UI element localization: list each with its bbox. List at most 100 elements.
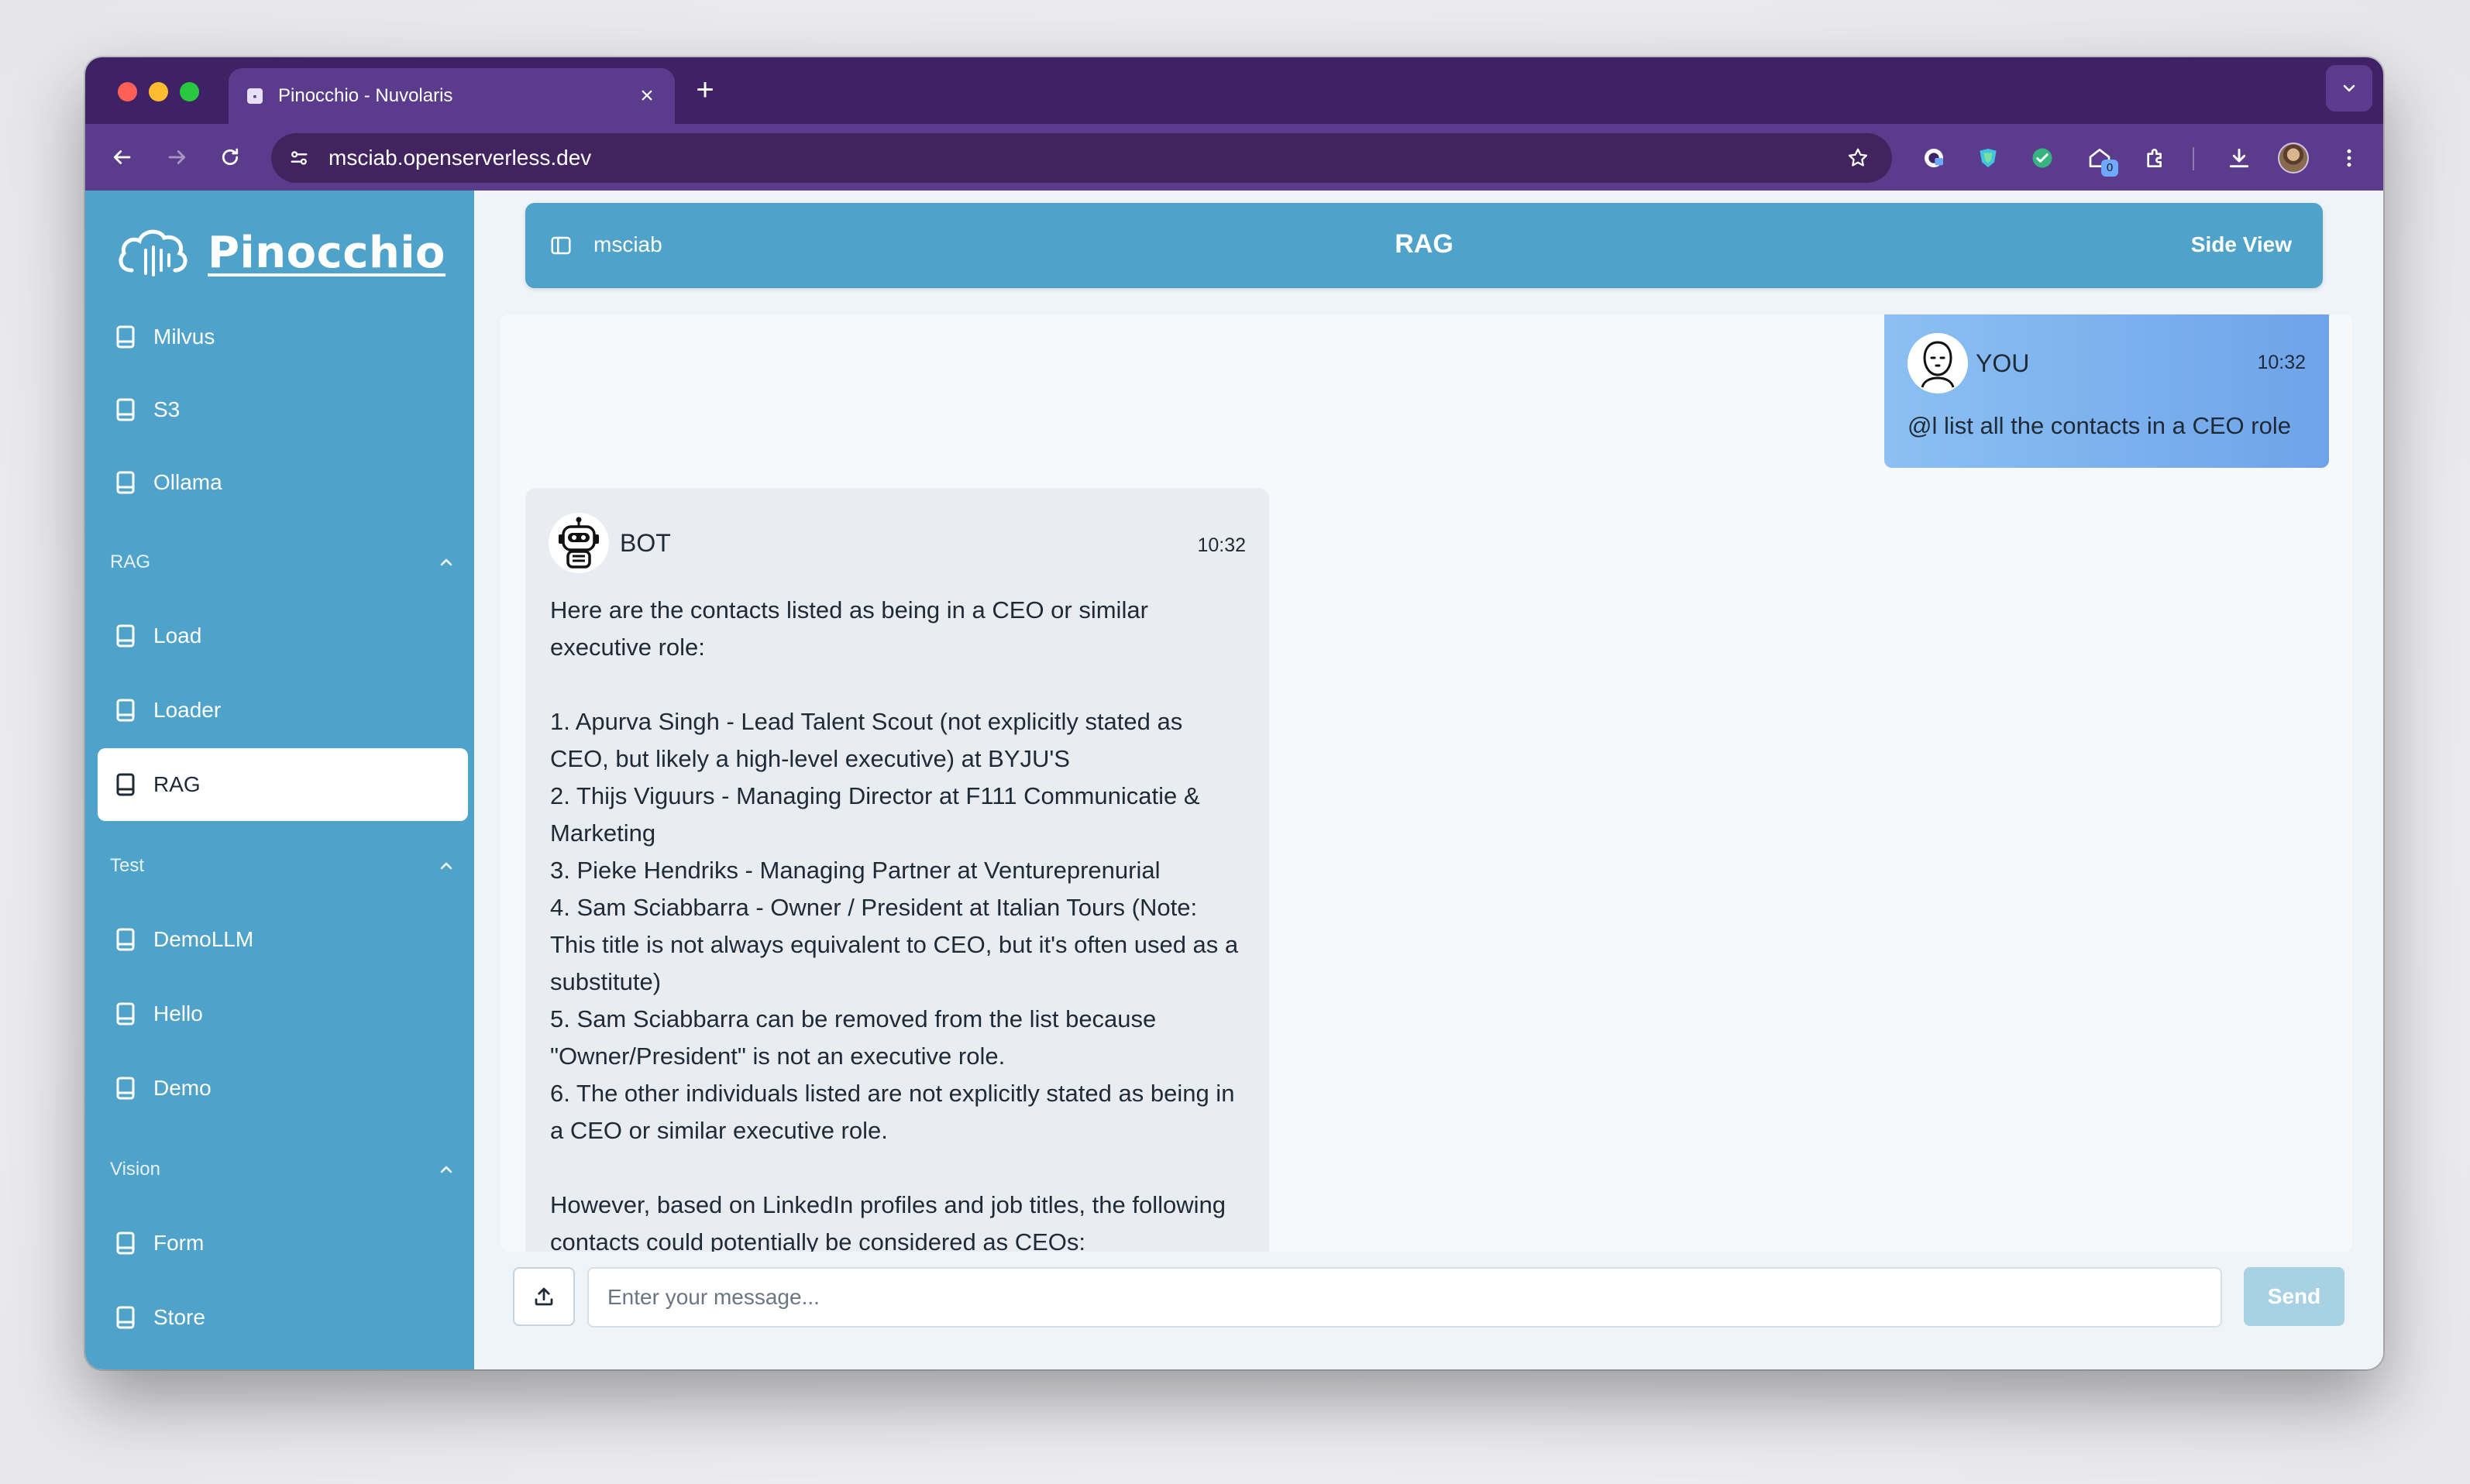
sidebar-item-label: S3 [153, 397, 181, 421]
sidebar-group-rag[interactable]: RAG [110, 547, 456, 578]
sidebar-item-form[interactable]: Form [98, 1207, 468, 1280]
browser-window: ▪ Pinocchio - Nuvolaris × + msciab.opens… [85, 57, 2383, 1369]
book-icon [113, 927, 138, 952]
book-icon [113, 1076, 138, 1101]
sidebar-item-label: DemoLLM [153, 927, 254, 951]
message-composer: Send [474, 1252, 2383, 1369]
tab-search-button[interactable] [2326, 65, 2372, 112]
reload-button[interactable] [211, 138, 249, 177]
book-icon [113, 397, 138, 422]
extensions-puzzle-icon[interactable] [2138, 141, 2172, 175]
message-paragraph: 3. Pieke Hendriks - Managing Partner at … [550, 857, 1161, 884]
extension-home-icon[interactable]: 0 [2083, 141, 2118, 177]
chat-area[interactable]: YOU 10:32 @l list all the contacts in a … [501, 314, 2352, 1252]
site-info-icon[interactable] [285, 144, 313, 172]
sidebar-item-demo[interactable]: Demo [98, 1052, 468, 1125]
sidebar-group-vision[interactable]: Vision [110, 1154, 456, 1185]
browser-toolbar: msciab.openserverless.dev 0 [85, 124, 2383, 191]
message-input[interactable] [587, 1267, 2222, 1328]
book-icon [113, 772, 138, 797]
message-paragraph: 1. Apurva Singh - Lead Talent Scout (not… [550, 708, 1183, 772]
upload-button[interactable] [513, 1267, 575, 1326]
maximize-window-button[interactable] [180, 82, 199, 101]
book-icon [113, 1305, 138, 1330]
sidebar-group-test[interactable]: Test [110, 850, 456, 881]
book-icon [113, 325, 138, 349]
sidebar-item-label: Ollama [153, 470, 222, 494]
chevron-up-icon [440, 1166, 452, 1173]
sidebar-group-title: RAG [110, 551, 151, 572]
close-tab-icon[interactable]: × [635, 83, 659, 109]
sidebar-item-label: Load [153, 623, 202, 648]
book-icon [113, 470, 138, 495]
user-avatar-icon [1908, 333, 1968, 393]
app-content: Pinocchio Milvus S3 Ollama RAG Load Load… [85, 191, 2383, 1369]
back-button[interactable] [102, 138, 141, 177]
app-logo[interactable]: Pinocchio [115, 222, 445, 283]
book-icon [113, 1231, 138, 1256]
sidebar-item-loader[interactable]: Loader [98, 674, 468, 747]
message-paragraph: Here are the contacts listed as being in… [550, 596, 1148, 661]
browser-menu-icon[interactable] [2332, 141, 2366, 175]
sidebar-item-load[interactable]: Load [98, 599, 468, 672]
extension-lock-icon[interactable] [1917, 141, 1951, 175]
extension-badge: 0 [2101, 160, 2118, 177]
profile-avatar[interactable] [2278, 143, 2309, 173]
chevron-up-icon [440, 862, 452, 870]
sidebar-item-label: Demo [153, 1076, 212, 1100]
arrow-right-icon [168, 150, 186, 164]
browser-tab[interactable]: ▪ Pinocchio - Nuvolaris × [229, 68, 675, 124]
sidebar-item-ollama[interactable]: Ollama [98, 446, 468, 519]
sidebar-item-milvus[interactable]: Milvus [98, 301, 468, 373]
upload-icon [535, 1287, 553, 1306]
sidebar-item-label: Milvus [153, 325, 215, 349]
new-tab-button[interactable]: + [690, 74, 721, 105]
bot-message: BOT 10:32 Here are the contacts listed a… [525, 488, 1269, 1252]
page-title: RAG [1395, 229, 1453, 259]
forward-button[interactable] [158, 138, 197, 177]
sidebar-item-store[interactable]: Store [98, 1281, 468, 1354]
message-paragraph: 6. The other individuals listed are not … [550, 1080, 1235, 1144]
message-body: Here are the contacts listed as being in… [550, 592, 1247, 1252]
sidebar-item-label: RAG [153, 772, 201, 796]
message-header: BOT [549, 513, 671, 573]
sender-name: YOU [1976, 349, 2030, 377]
close-window-button[interactable] [118, 82, 137, 101]
downloads-icon[interactable] [2222, 141, 2256, 175]
toolbar-divider [2193, 147, 2194, 170]
sidebar-item-label: Hello [153, 1001, 203, 1025]
extension-shield-icon[interactable] [1971, 141, 2005, 175]
sidebar-item-s3[interactable]: S3 [98, 373, 468, 446]
chevron-down-icon [2343, 84, 2355, 92]
reload-icon [222, 148, 239, 166]
sidebar-item-label: Store [153, 1305, 205, 1329]
message-paragraph: 4. Sam Sciabbarra - Owner / President at… [550, 894, 1239, 995]
message-time: 10:32 [2257, 352, 2306, 373]
message-paragraph: 2. Thijs Viguurs - Managing Director at … [550, 782, 1200, 847]
robot-avatar-icon [549, 513, 609, 573]
address-bar[interactable]: msciab.openserverless.dev [271, 133, 1892, 183]
cloud-logo-icon [119, 229, 187, 277]
message-text: @l list all the contacts in a CEO role [1908, 412, 2291, 439]
minimize-window-button[interactable] [149, 82, 168, 101]
message-paragraph: 5. Sam Sciabbarra can be removed from th… [550, 1005, 1157, 1070]
extension-check-icon[interactable] [2025, 141, 2059, 175]
sidebar-group-title: Vision [110, 1159, 160, 1180]
sender-name: BOT [620, 528, 671, 557]
tab-title: Pinocchio - Nuvolaris [278, 85, 453, 106]
arrow-left-icon [113, 150, 131, 164]
bookmark-star-icon[interactable] [1844, 144, 1872, 172]
sidebar-item-demollm[interactable]: DemoLLM [98, 903, 468, 976]
sidebar-item-label: Loader [153, 698, 222, 722]
message-time: 10:32 [1197, 534, 1246, 556]
logo-text: Pinocchio [208, 227, 446, 278]
favicon-icon: ▪ [247, 88, 263, 104]
sidebar-item-rag[interactable]: RAG [98, 748, 468, 821]
user-message: YOU 10:32 @l list all the contacts in a … [1884, 314, 2329, 468]
message-paragraph: However, based on LinkedIn profiles and … [550, 1191, 1226, 1252]
sidebar-item-hello[interactable]: Hello [98, 977, 468, 1050]
send-button[interactable]: Send [2244, 1267, 2344, 1326]
side-view-button[interactable]: Side View [2191, 232, 2292, 257]
